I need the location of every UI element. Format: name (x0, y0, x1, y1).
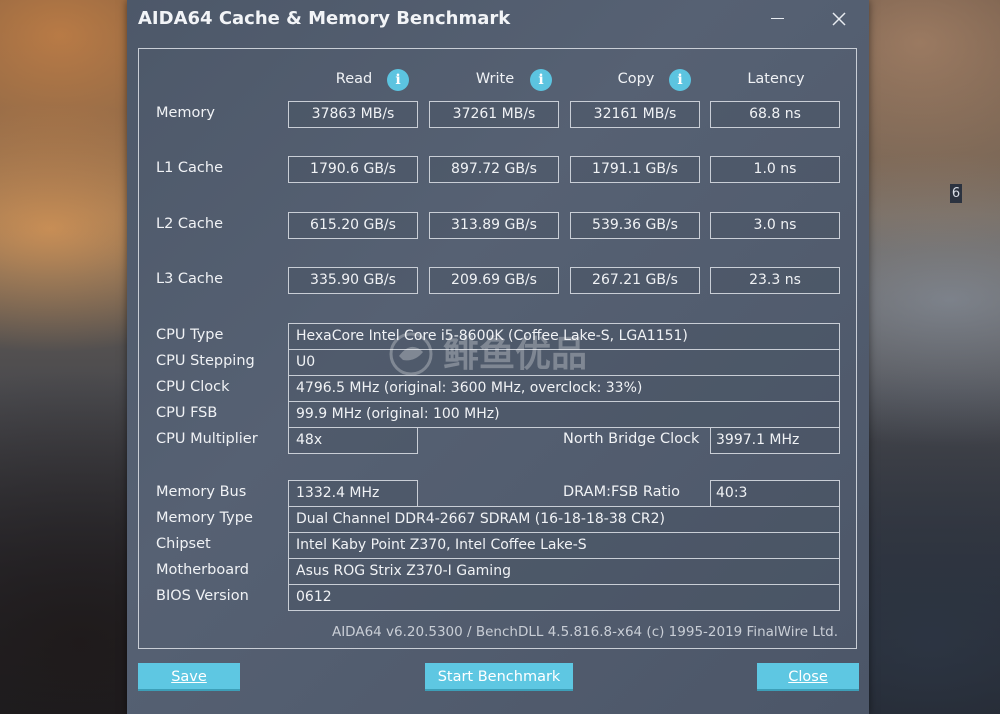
chipset-value: Intel Kaby Point Z370, Intel Coffee Lake… (288, 532, 840, 559)
cpu-fsb-value: 99.9 MHz (original: 100 MHz) (288, 401, 840, 428)
close-window-button[interactable] (822, 5, 856, 31)
close-button[interactable]: Close (757, 663, 859, 691)
l3-write-value: 209.69 GB/s (429, 267, 559, 294)
l2-read-value: 615.20 GB/s (288, 212, 418, 239)
l2-write-value: 313.89 GB/s (429, 212, 559, 239)
cpu-stepping-value: U0 (288, 349, 840, 376)
cpu-multiplier-label: CPU Multiplier (156, 431, 258, 447)
cpu-clock-value: 4796.5 MHz (original: 3600 MHz, overcloc… (288, 375, 840, 402)
l1-read-value: 1790.6 GB/s (288, 156, 418, 183)
memory-read-value: 37863 MB/s (288, 101, 418, 128)
write-info-icon[interactable]: i (530, 69, 552, 91)
row-label-memory: Memory (156, 105, 215, 121)
copy-info-icon[interactable]: i (669, 69, 691, 91)
memory-write-value: 37261 MB/s (429, 101, 559, 128)
dram-fsb-ratio-value: 40:3 (710, 480, 840, 507)
north-bridge-clock-value: 3997.1 MHz (710, 427, 840, 454)
version-info: AIDA64 v6.20.5300 / BenchDLL 4.5.816.8-x… (331, 624, 838, 640)
close-icon (832, 11, 846, 26)
row-label-l1-cache: L1 Cache (156, 160, 224, 176)
cpu-type-label: CPU Type (156, 327, 224, 343)
dram-fsb-ratio-label: DRAM:FSB Ratio (563, 484, 681, 500)
l1-copy-value: 1791.1 GB/s (570, 156, 700, 183)
bios-version-value: 0612 (288, 584, 840, 611)
benchmark-window: AIDA64 Cache & Memory Benchmark Read i W… (127, 0, 869, 714)
memory-latency-value: 68.8 ns (710, 101, 840, 128)
desktop-background: 6 AIDA64 Cache & Memory Benchmark Read i… (0, 0, 1000, 714)
minimize-icon (770, 17, 784, 20)
cpu-clock-label: CPU Clock (156, 379, 230, 395)
motherboard-label: Motherboard (156, 562, 250, 578)
bios-version-label: BIOS Version (156, 588, 249, 604)
north-bridge-clock-label: North Bridge Clock (563, 431, 700, 447)
row-label-l3-cache: L3 Cache (156, 271, 224, 287)
l2-latency-value: 3.0 ns (710, 212, 840, 239)
start-benchmark-button[interactable]: Start Benchmark (425, 663, 573, 691)
l3-copy-value: 267.21 GB/s (570, 267, 700, 294)
chipset-label: Chipset (156, 536, 211, 552)
memory-type-label: Memory Type (156, 510, 253, 526)
l3-read-value: 335.90 GB/s (288, 267, 418, 294)
memory-bus-label: Memory Bus (156, 484, 247, 500)
l2-copy-value: 539.36 GB/s (570, 212, 700, 239)
cpu-multiplier-value: 48x (288, 427, 418, 454)
window-title: AIDA64 Cache & Memory Benchmark (138, 8, 511, 29)
title-bar[interactable]: AIDA64 Cache & Memory Benchmark (127, 0, 869, 40)
memory-copy-value: 32161 MB/s (570, 101, 700, 128)
motherboard-value: Asus ROG Strix Z370-I Gaming (288, 558, 840, 585)
l1-write-value: 897.72 GB/s (429, 156, 559, 183)
results-panel: Read i Write i Copy i Latency Memory 378… (138, 48, 857, 649)
minimize-button[interactable] (760, 5, 794, 31)
memory-type-value: Dual Channel DDR4-2667 SDRAM (16-18-18-3… (288, 506, 840, 533)
l1-latency-value: 1.0 ns (710, 156, 840, 183)
column-header-latency: Latency (747, 71, 805, 87)
cpu-stepping-label: CPU Stepping (156, 353, 255, 369)
cpu-fsb-label: CPU FSB (156, 405, 218, 421)
desktop-badge: 6 (950, 184, 962, 203)
row-label-l2-cache: L2 Cache (156, 216, 224, 232)
read-info-icon[interactable]: i (387, 69, 409, 91)
save-button[interactable]: Save (138, 663, 240, 691)
memory-bus-value: 1332.4 MHz (288, 480, 418, 507)
l3-latency-value: 23.3 ns (710, 267, 840, 294)
cpu-type-value: HexaCore Intel Core i5-8600K (Coffee Lak… (288, 323, 840, 350)
